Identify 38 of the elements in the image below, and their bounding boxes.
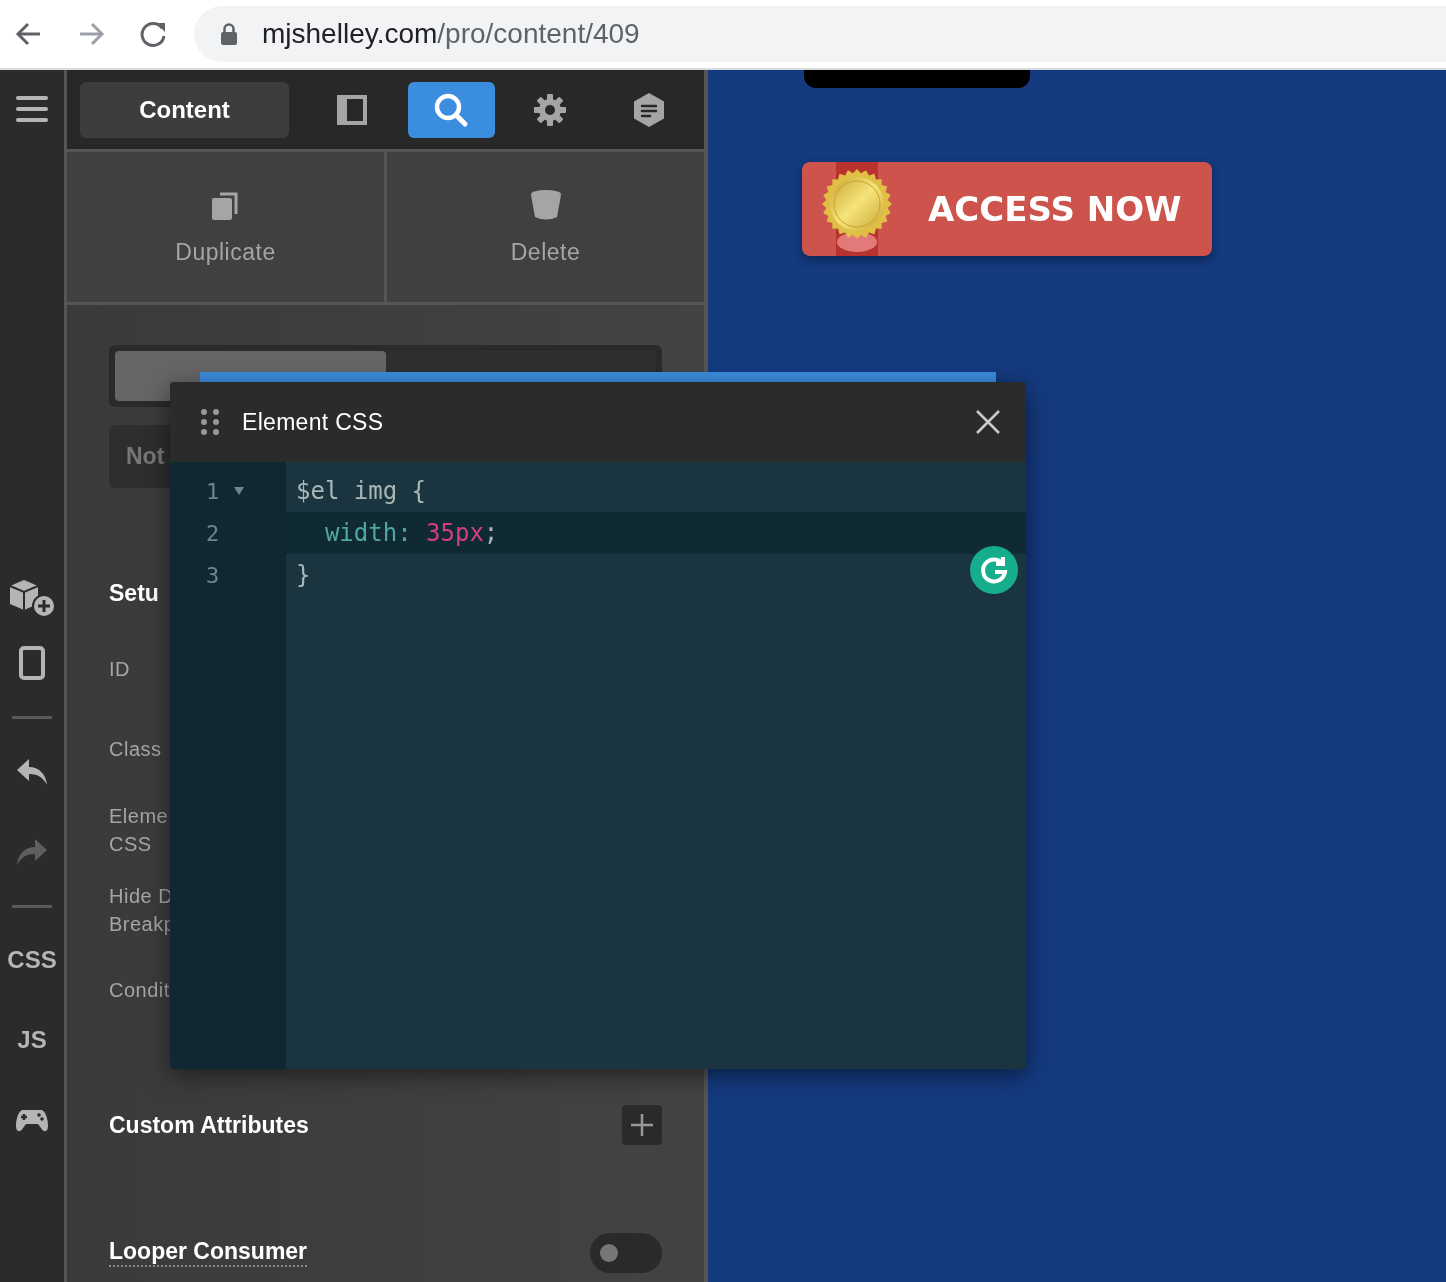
bucket-icon [529,188,562,221]
tablet-icon[interactable] [19,646,45,680]
field-label: Eleme CSS [109,804,170,857]
section-heading: Setu [109,581,160,605]
css-button[interactable]: CSS [7,946,57,974]
notes-hexagon-icon [631,91,666,128]
drag-handle-icon[interactable] [200,409,220,435]
fold-arrow-icon[interactable] [233,486,246,496]
js-button[interactable]: JS [17,1026,47,1054]
add-button[interactable] [622,1105,662,1145]
lock-icon [220,23,238,45]
field-label: Condit [109,978,171,1003]
line-number: 1 [206,478,220,504]
address-bar[interactable]: mjshelley.com/pro/content/409 [194,6,1446,62]
search-icon [433,91,470,128]
plus-icon [630,1113,654,1137]
code-line: width: 35px; [323,519,499,547]
access-now-button[interactable]: ACCESS NOW [802,162,1212,256]
settings-icon [532,92,567,127]
menu-icon[interactable] [15,94,49,124]
reload-icon[interactable] [138,19,168,49]
toolbar-tab[interactable] [407,81,495,138]
section-heading: Custom Attributes [109,1113,309,1137]
undo-icon[interactable] [15,757,49,787]
section-heading: Looper Consumer [109,1239,308,1267]
code-line: $el img { [296,477,427,505]
content-tab[interactable]: Content [80,81,289,138]
field-label: ID [109,657,131,682]
panel-layout-icon [335,92,370,127]
close-button[interactable] [976,410,1000,434]
code-line: } [296,561,311,589]
url-text: mjshelley.com/pro/content/409 [262,18,640,50]
field-label: Class [109,737,163,762]
line-number: 2 [206,520,220,546]
dialog-title: Element CSS [242,408,384,436]
line-number: 3 [206,562,220,588]
grammar-check-icon[interactable] [970,546,1018,594]
toggle-switch[interactable] [590,1233,662,1273]
